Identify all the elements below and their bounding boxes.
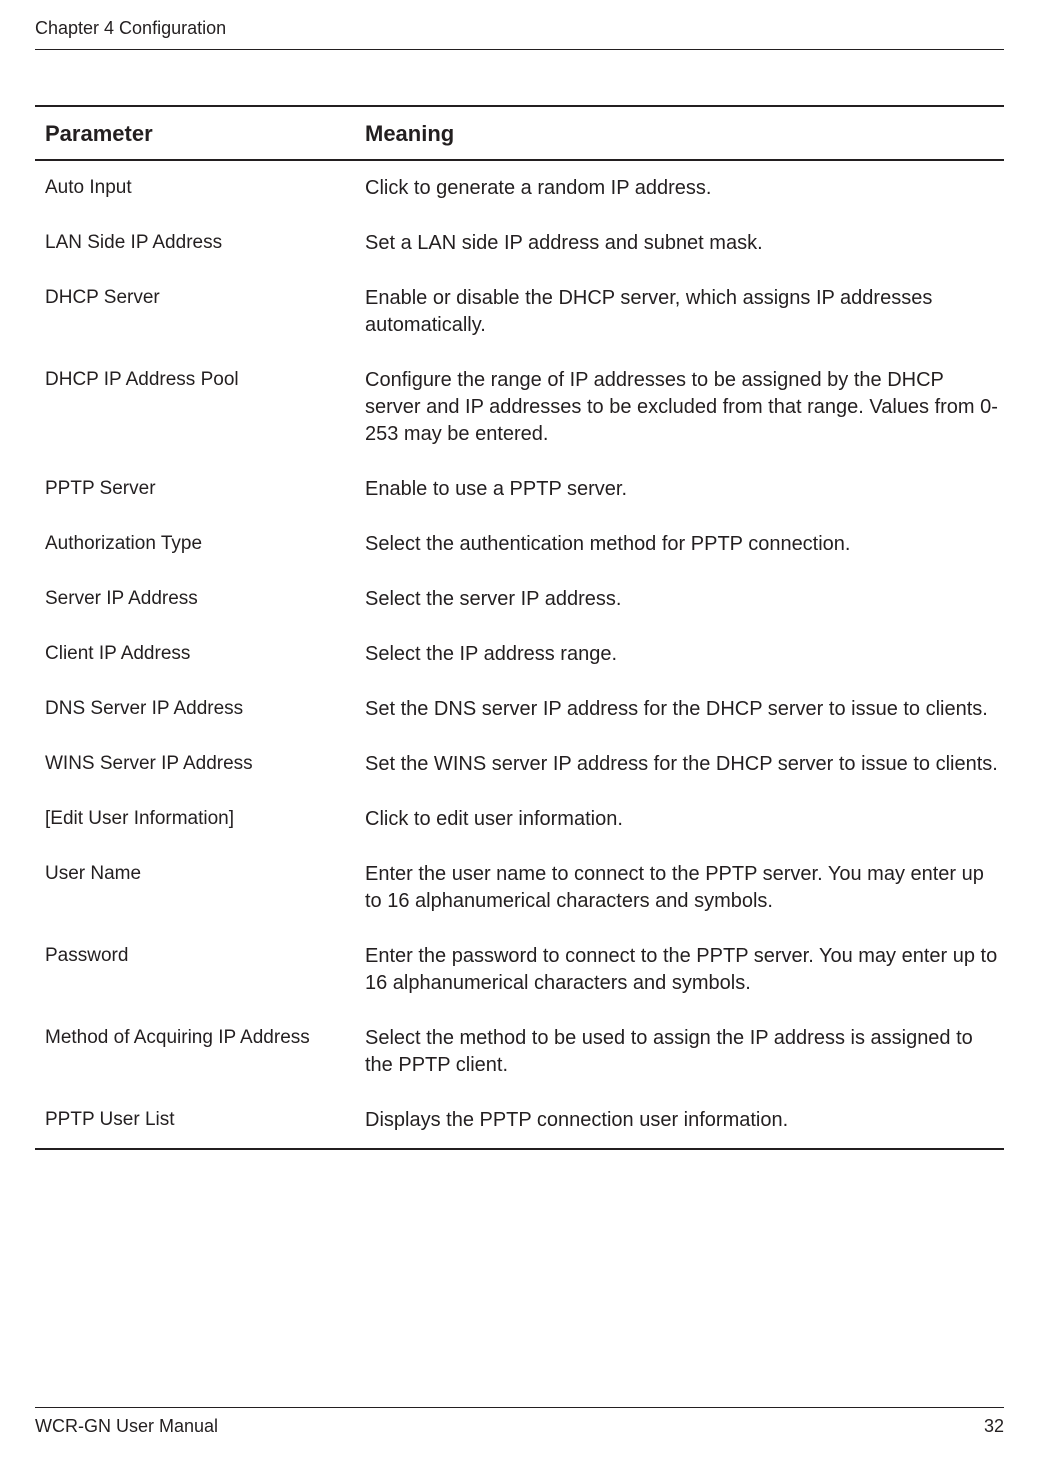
table-row: Method of Acquiring IP Address Select th… — [35, 1011, 1004, 1093]
parameter-cell: PPTP User List — [35, 1093, 365, 1149]
meaning-cell: Enable to use a PPTP server. — [365, 462, 1004, 517]
main-content: Parameter Meaning Auto Input Click to ge… — [35, 105, 1004, 1150]
table-row: DHCP IP Address Pool Configure the range… — [35, 353, 1004, 462]
meaning-cell: Enter the user name to connect to the PP… — [365, 847, 1004, 929]
meaning-cell: Set a LAN side IP address and subnet mas… — [365, 216, 1004, 271]
parameter-cell: DHCP Server — [35, 271, 365, 353]
table-row: Server IP Address Select the server IP a… — [35, 572, 1004, 627]
parameter-cell: DNS Server IP Address — [35, 682, 365, 737]
table-row: LAN Side IP Address Set a LAN side IP ad… — [35, 216, 1004, 271]
table-row: User Name Enter the user name to connect… — [35, 847, 1004, 929]
parameter-cell: LAN Side IP Address — [35, 216, 365, 271]
table-row: WINS Server IP Address Set the WINS serv… — [35, 737, 1004, 792]
table-row: DNS Server IP Address Set the DNS server… — [35, 682, 1004, 737]
table-row: PPTP Server Enable to use a PPTP server. — [35, 462, 1004, 517]
meaning-cell: Select the IP address range. — [365, 627, 1004, 682]
header-parameter: Parameter — [35, 106, 365, 160]
meaning-cell: Click to generate a random IP address. — [365, 160, 1004, 216]
parameter-cell: Client IP Address — [35, 627, 365, 682]
table-row: Auto Input Click to generate a random IP… — [35, 160, 1004, 216]
meaning-cell: Click to edit user information. — [365, 792, 1004, 847]
meaning-cell: Set the WINS server IP address for the D… — [365, 737, 1004, 792]
parameter-cell: [Edit User Information] — [35, 792, 365, 847]
table-row: PPTP User List Displays the PPTP connect… — [35, 1093, 1004, 1149]
meaning-cell: Displays the PPTP connection user inform… — [365, 1093, 1004, 1149]
meaning-cell: Configure the range of IP addresses to b… — [365, 353, 1004, 462]
parameter-cell: Server IP Address — [35, 572, 365, 627]
table-row: Client IP Address Select the IP address … — [35, 627, 1004, 682]
table-row: DHCP Server Enable or disable the DHCP s… — [35, 271, 1004, 353]
meaning-cell: Select the authentication method for PPT… — [365, 517, 1004, 572]
manual-title: WCR-GN User Manual — [35, 1416, 218, 1437]
table-header-row: Parameter Meaning — [35, 106, 1004, 160]
meaning-cell: Select the server IP address. — [365, 572, 1004, 627]
parameter-table: Parameter Meaning Auto Input Click to ge… — [35, 105, 1004, 1150]
parameter-cell: DHCP IP Address Pool — [35, 353, 365, 462]
parameter-cell: User Name — [35, 847, 365, 929]
page-header: Chapter 4 Configuration — [35, 0, 1004, 50]
table-row: Password Enter the password to connect t… — [35, 929, 1004, 1011]
table-row: Authorization Type Select the authentica… — [35, 517, 1004, 572]
parameter-cell: Authorization Type — [35, 517, 365, 572]
chapter-title: Chapter 4 Configuration — [35, 18, 226, 38]
meaning-cell: Select the method to be used to assign t… — [365, 1011, 1004, 1093]
parameter-cell: WINS Server IP Address — [35, 737, 365, 792]
header-meaning: Meaning — [365, 106, 1004, 160]
parameter-cell: Auto Input — [35, 160, 365, 216]
meaning-cell: Enable or disable the DHCP server, which… — [365, 271, 1004, 353]
meaning-cell: Enter the password to connect to the PPT… — [365, 929, 1004, 1011]
meaning-cell: Set the DNS server IP address for the DH… — [365, 682, 1004, 737]
page-number: 32 — [984, 1416, 1004, 1437]
page-footer: WCR-GN User Manual 32 — [35, 1407, 1004, 1437]
parameter-cell: PPTP Server — [35, 462, 365, 517]
table-row: [Edit User Information] Click to edit us… — [35, 792, 1004, 847]
parameter-cell: Method of Acquiring IP Address — [35, 1011, 365, 1093]
parameter-cell: Password — [35, 929, 365, 1011]
